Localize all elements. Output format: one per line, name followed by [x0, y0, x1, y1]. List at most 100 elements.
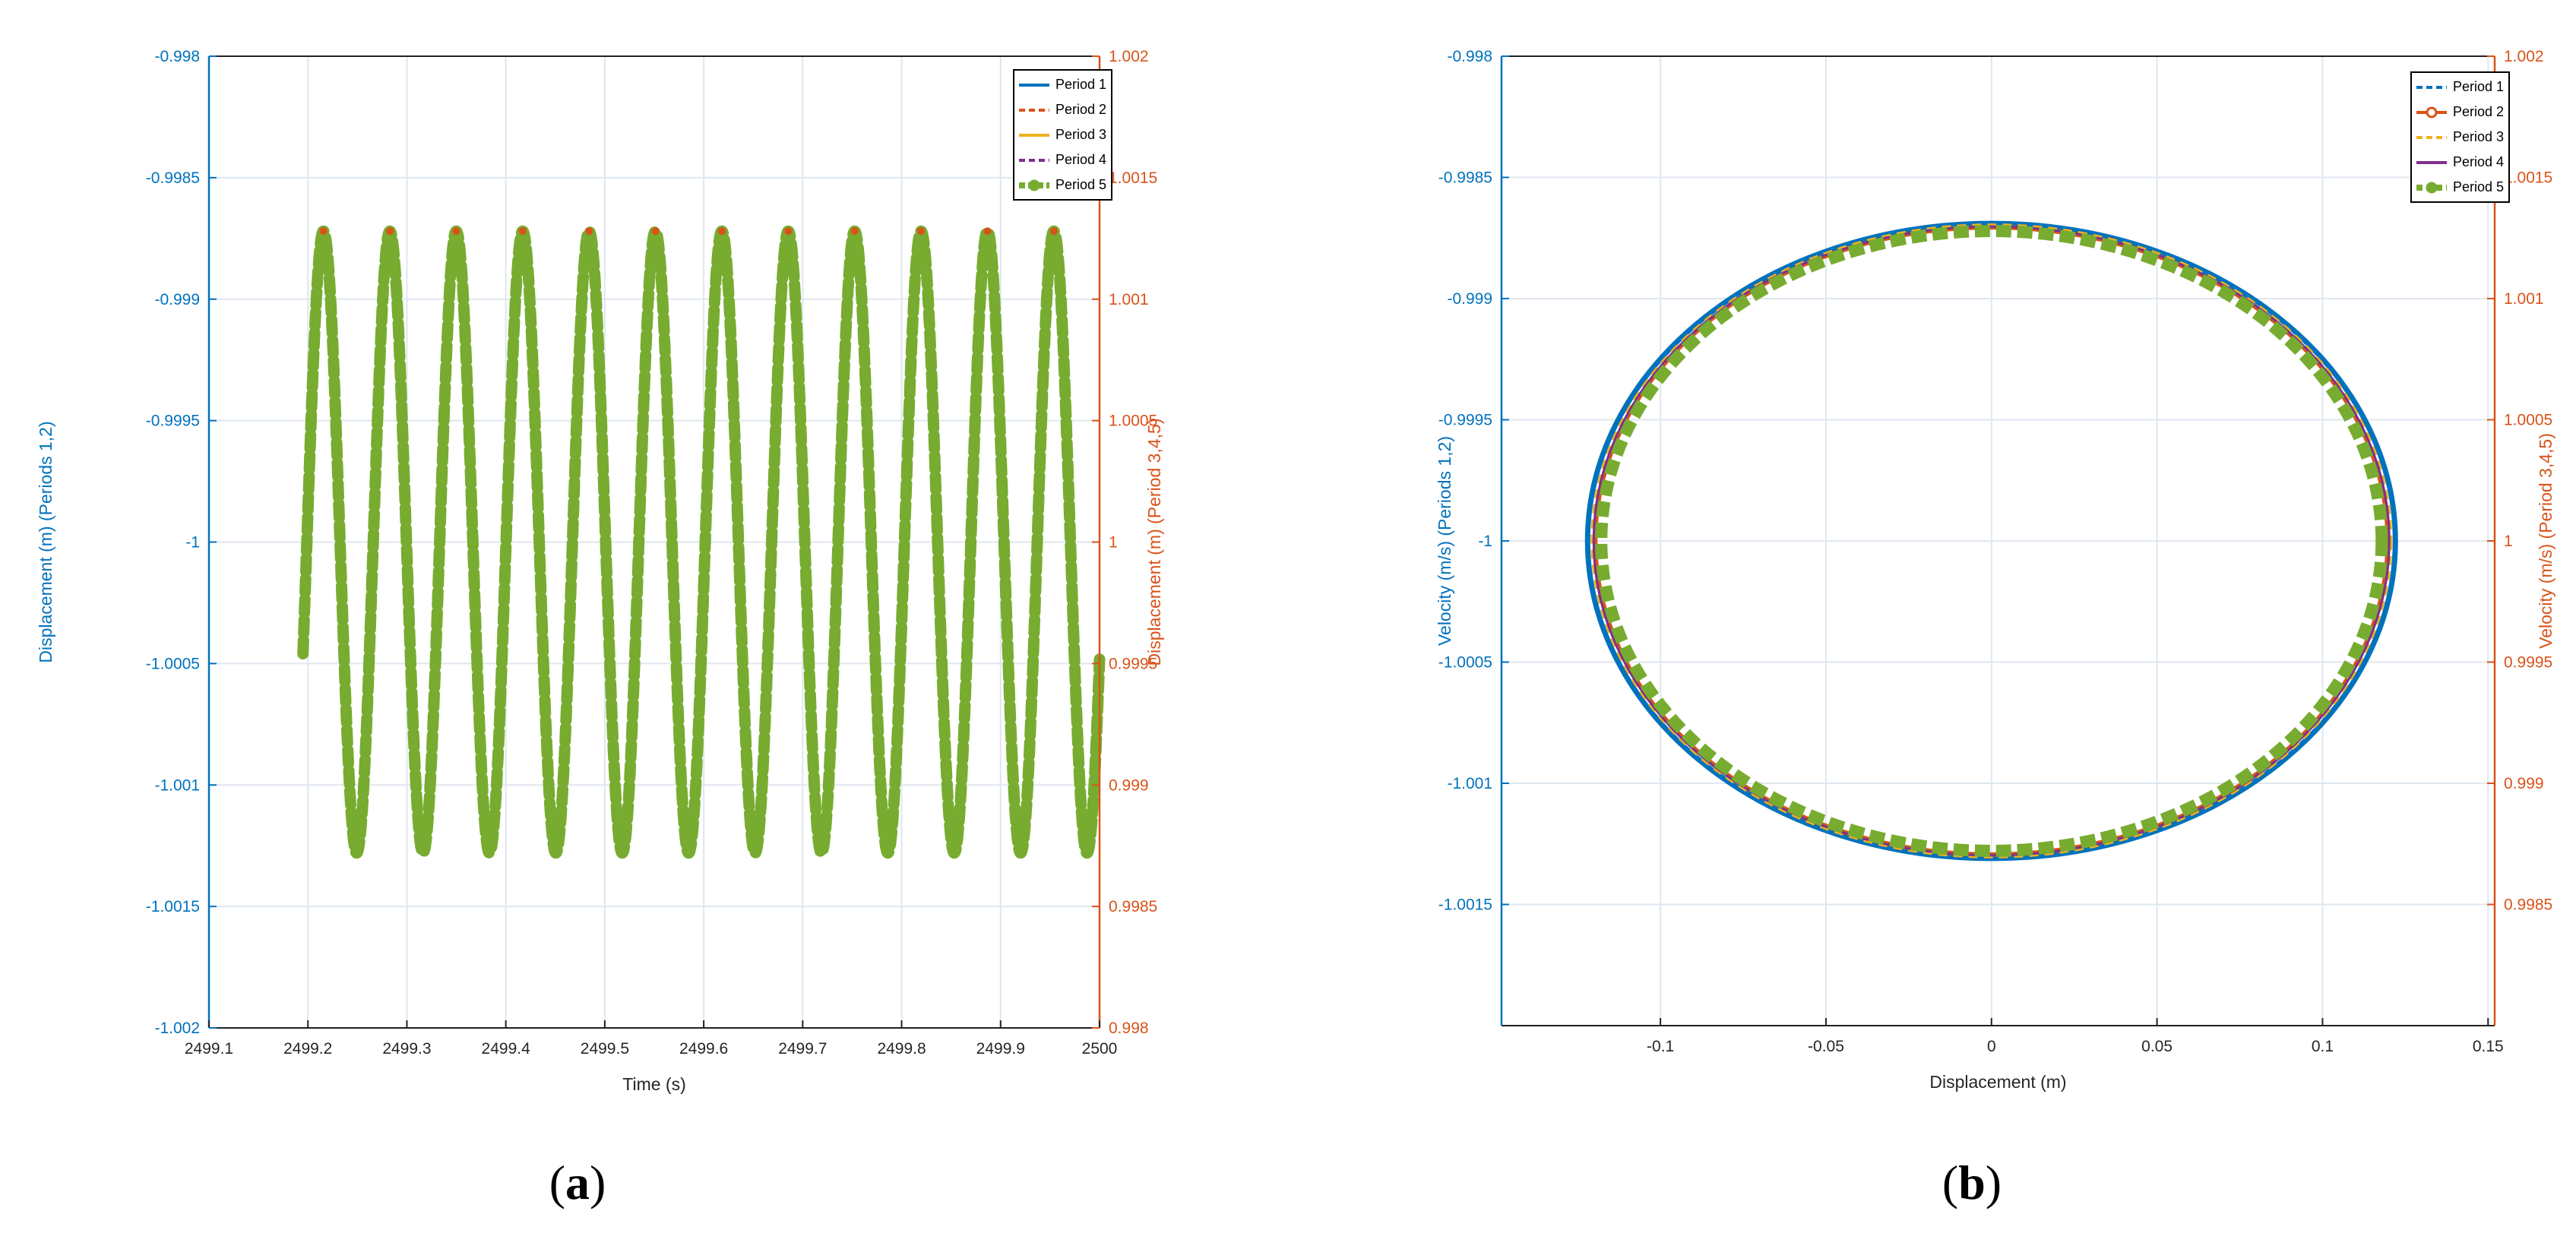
legend-a: Period 1 Period 2 Period 3 Period 4 Period 5: [1013, 69, 1113, 201]
x-tick-label: 2499.5: [581, 1040, 629, 1058]
y-tick-label-right: 0.9985: [2504, 896, 2552, 914]
legend-swatch: [1019, 83, 1049, 87]
legend-swatch: [1019, 133, 1049, 137]
x-tick-label: 0.1: [2312, 1038, 2334, 1055]
x-tick-label: 2499.7: [778, 1040, 827, 1058]
legend-label: Period 3: [2453, 129, 2505, 144]
y-tick-label-left: -0.9985: [1438, 169, 1492, 187]
legend-swatch: [2416, 182, 2447, 193]
y-tick-label-left: -0.998: [1447, 48, 1492, 65]
peak-marker: [917, 227, 926, 236]
peak-marker: [850, 227, 859, 236]
x-tick-label: 2499.1: [185, 1040, 233, 1058]
y-tick-label-left: -0.998: [154, 48, 200, 65]
y-tick-label-right: 0.9985: [1109, 898, 1157, 915]
y-tick-label-right: 1.0015: [2504, 169, 2552, 187]
y-tick-label-right: 1.001: [2504, 290, 2544, 308]
legend-item-period-4: Period 4: [2415, 150, 2504, 175]
peak-marker: [585, 227, 593, 236]
caption-a-letter: a: [565, 1156, 590, 1209]
y-tick-label-left: -1: [185, 534, 200, 552]
x-axis-label: Time (s): [622, 1074, 685, 1094]
y-tick-label-left: -0.999: [1447, 290, 1492, 308]
y-tick-label-left: -1.0015: [146, 898, 200, 915]
y-tick-label-right: 1.002: [2504, 48, 2544, 65]
legend-swatch: [2416, 85, 2447, 89]
y-axis-label-right: Velocity (m/s) (Period 3,4,5): [2536, 433, 2555, 649]
legend-swatch: [2416, 135, 2447, 139]
legend-swatch: [1019, 179, 1049, 191]
y-axis-label-right: Displacement (m) (Period 3,4,5): [1144, 419, 1164, 666]
legend-item-period-2: Period 2: [1017, 97, 1106, 122]
y-axis-label-left: Velocity (m/s) (Periods 1,2): [1435, 436, 1454, 646]
y-tick-label-left: -1.0005: [1438, 654, 1492, 672]
y-tick-label-left: -1.001: [1447, 775, 1492, 792]
peak-marker: [452, 227, 460, 236]
y-tick-label-right: 1: [1109, 534, 1118, 552]
figure: 2499.1 2499.2 2499.3 2499.4 2499.5 2499.6 2499…: [0, 0, 2576, 1249]
y-tick-label-left: -1.0015: [1438, 896, 1492, 914]
y-tick-label-right: 1.001: [1109, 291, 1149, 308]
peak-marker: [386, 227, 394, 236]
legend-swatch: [1019, 158, 1049, 162]
x-tick-label: 0.05: [2141, 1038, 2173, 1055]
legend-item-period-5: Period 5: [1017, 172, 1106, 198]
x-tick-label: 2499.2: [283, 1040, 332, 1058]
peak-marker: [518, 227, 527, 236]
legend-swatch: [2416, 106, 2447, 118]
y-tick-label-right: 1.002: [1109, 48, 1149, 65]
legend-item-period-2: Period 2: [2415, 100, 2504, 125]
legend-b: Period 1 Period 2 Period 3 Period 4 Period 5: [2410, 71, 2511, 203]
chart-b: -0.1 -0.05 0 0.05 0.1 0.15 -1.0015 -1.001 -1.000…: [1435, 48, 2555, 1092]
legend-label: Period 2: [1055, 102, 1107, 117]
caption-b-letter: b: [1958, 1156, 1986, 1209]
y-tick-label-left: -1.0005: [146, 655, 200, 672]
peak-marker: [319, 227, 328, 236]
legend-label: Period 4: [2453, 154, 2505, 169]
y-tick-label-right: 0.9995: [2504, 654, 2552, 672]
legend-label: Period 5: [1055, 177, 1107, 192]
y-tick-label-left: -1.001: [154, 776, 200, 794]
legend-item-period-3: Period 3: [1017, 122, 1106, 147]
legend-item-period-1: Period 1: [1017, 72, 1106, 97]
legend-item-period-3: Period 3: [2415, 125, 2504, 150]
x-tick-label: 2499.3: [382, 1040, 431, 1058]
y-tick-label-right: 0.999: [1109, 776, 1149, 794]
x-tick-label: 2499.9: [976, 1040, 1025, 1058]
peak-marker: [651, 227, 660, 236]
y-tick-label-right: 0.999: [2504, 775, 2544, 792]
x-tick-label: -0.05: [1808, 1038, 1844, 1055]
x-tick-label: 2499.4: [482, 1040, 531, 1058]
y-tick-label-left: -0.9995: [1438, 412, 1492, 429]
caption-a: (a): [549, 1156, 606, 1209]
legend-label: Period 5: [2453, 179, 2505, 194]
x-axis-label: Displacement (m): [1929, 1072, 2066, 1092]
x-tick-label: 2500: [1082, 1040, 1118, 1058]
legend-item-period-5: Period 5: [2415, 175, 2504, 200]
y-tick-label-right: 1: [2504, 533, 2513, 550]
x-tick-label: 0: [1987, 1038, 1996, 1055]
x-tick-label: 0.15: [2473, 1038, 2504, 1055]
y-tick-label-right: 1.0015: [1109, 169, 1157, 187]
legend-item-period-1: Period 1: [2415, 74, 2504, 100]
peak-marker: [717, 227, 726, 236]
x-tick-label: 2499.8: [877, 1040, 926, 1058]
y-tick-label-left: -1.002: [154, 1020, 200, 1037]
y-tick-label-right: 1.0005: [2504, 412, 2552, 429]
caption-b: (b): [1941, 1156, 2002, 1209]
y-tick-label-left: -0.9985: [146, 169, 200, 187]
legend-swatch: [2416, 160, 2447, 164]
legend-label: Period 3: [1055, 127, 1107, 142]
peak-marker: [983, 227, 992, 236]
legend-item-period-4: Period 4: [1017, 147, 1106, 172]
legend-label: Period 1: [2453, 79, 2505, 94]
legend-label: Period 4: [1055, 152, 1107, 167]
y-tick-label-right: 0.998: [1109, 1020, 1149, 1037]
x-tick-label: -0.1: [1647, 1038, 1674, 1055]
x-tick-label: 2499.6: [679, 1040, 728, 1058]
y-axis-label-left: Displacement (m) (Periods 1,2): [36, 421, 55, 662]
peak-marker: [784, 227, 793, 236]
legend-swatch: [1019, 108, 1049, 112]
y-tick-label-left: -1: [1478, 533, 1492, 550]
peak-marker: [1049, 227, 1058, 236]
